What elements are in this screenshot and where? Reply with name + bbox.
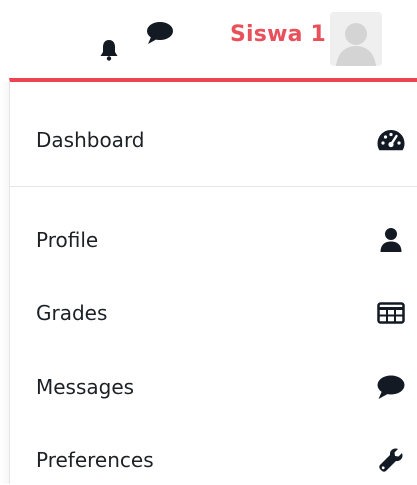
menu-item-grades[interactable]: Grades: [10, 288, 417, 338]
menu-item-preferences[interactable]: Preferences: [10, 435, 417, 485]
user-menu-dropdown: Dashboard Profile Grades Messages Prefer…: [9, 78, 417, 484]
user-avatar[interactable]: [330, 12, 382, 66]
menu-divider: [10, 186, 417, 187]
chat-bubble-icon: [376, 373, 406, 401]
top-navbar: Siswa 1: [0, 0, 417, 78]
bell-icon[interactable]: [98, 38, 120, 62]
menu-item-profile[interactable]: Profile: [10, 215, 417, 265]
menu-item-label: Grades: [36, 301, 108, 325]
menu-item-label: Profile: [36, 228, 99, 252]
dashboard-gauge-icon: [376, 126, 406, 154]
menu-item-label: Dashboard: [36, 128, 145, 152]
chat-bubble-icon[interactable]: [145, 20, 175, 46]
user-icon: [376, 226, 406, 254]
menu-item-label: Preferences: [36, 448, 154, 472]
table-icon: [376, 299, 406, 327]
menu-item-messages[interactable]: Messages: [10, 362, 417, 412]
wrench-icon: [376, 446, 406, 474]
menu-item-label: Messages: [36, 375, 135, 399]
user-name[interactable]: Siswa 1: [230, 21, 326, 49]
dropdown-shadow: [0, 82, 9, 484]
menu-item-dashboard[interactable]: Dashboard: [10, 115, 417, 165]
